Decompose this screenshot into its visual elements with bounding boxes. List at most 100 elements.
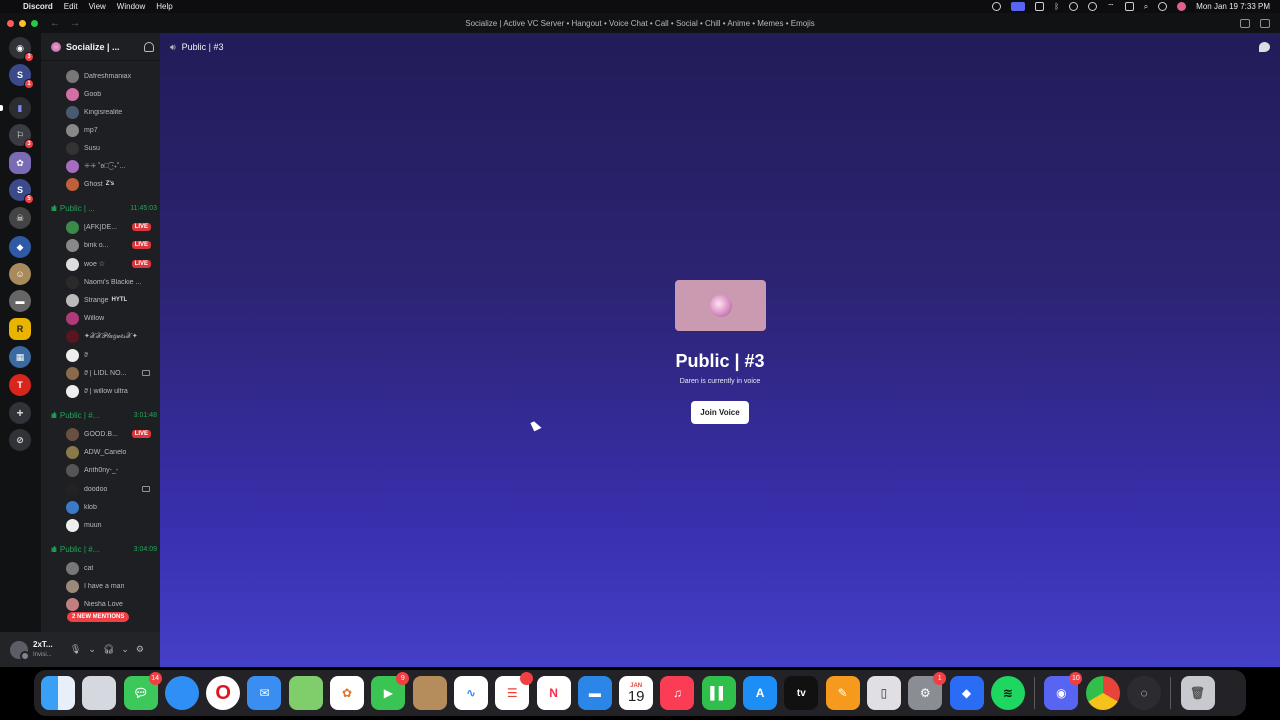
freeform-icon[interactable]: ∿ bbox=[453, 676, 488, 710]
messages-icon[interactable]: 💬︎ 14 bbox=[123, 672, 162, 710]
spotlight-search-icon[interactable]: ⌕ bbox=[1144, 2, 1148, 12]
new-mentions-button[interactable]: 2 NEW MENTIONS bbox=[67, 612, 130, 622]
server-header[interactable]: Socialize | ... bbox=[41, 33, 160, 61]
server-icon[interactable]: ☠ bbox=[9, 207, 31, 229]
iphone-mirroring-icon[interactable]: ▯ bbox=[866, 676, 901, 710]
pages-icon[interactable]: ✎ bbox=[825, 676, 860, 710]
voice-member[interactable]: ADW_Canelo bbox=[66, 444, 160, 460]
server-icon[interactable]: T bbox=[9, 374, 31, 396]
chevron-down-icon[interactable]: ⌄ bbox=[121, 644, 129, 655]
music-icon[interactable]: ♫ bbox=[660, 676, 695, 710]
server-icon[interactable]: ☺ bbox=[9, 263, 31, 285]
voice-member[interactable]: Niesha Love bbox=[66, 596, 160, 612]
bluetooth-icon[interactable]: ᛒ bbox=[1054, 2, 1059, 11]
calendar-icon[interactable]: JAN 19 bbox=[619, 676, 654, 710]
voice-member[interactable]: Strange HYTL bbox=[66, 292, 160, 308]
safari-icon[interactable] bbox=[164, 676, 199, 710]
opera-icon[interactable]: O bbox=[206, 676, 241, 710]
menu-edit[interactable]: Edit bbox=[64, 2, 78, 11]
voice-member[interactable]: Anth0ny-_- bbox=[66, 462, 160, 478]
menu-app-name[interactable]: Discord bbox=[23, 2, 53, 11]
contacts-icon[interactable] bbox=[412, 676, 447, 710]
discord-home-icon[interactable]: ◉ 3 bbox=[9, 37, 34, 62]
server-icon[interactable]: ⚐ 3 bbox=[9, 124, 34, 149]
voice-channel-public-4[interactable]: ıılı Public | #... 3:04:09 bbox=[51, 541, 157, 557]
voice-channel-public-2[interactable]: ıılı Public | ... 11:45:03 bbox=[51, 200, 157, 216]
inbox-icon[interactable] bbox=[1240, 18, 1250, 28]
avatar[interactable] bbox=[10, 640, 30, 661]
voice-member[interactable]: ꔰꔰ ˚ʚ꒰͜͡ ‧₊˚... bbox=[66, 158, 160, 174]
voice-member[interactable]: ✦𝒳𝒳𝒫𝓁𝒶𝑔𝓊𝑒𝓈𝒳✦ bbox=[66, 328, 160, 344]
apple-tv-icon[interactable]: tv bbox=[784, 676, 819, 710]
add-server-icon[interactable]: + bbox=[9, 402, 31, 424]
voice-member[interactable]: [AFK]DE... LIVE bbox=[66, 219, 160, 235]
spotify-icon[interactable]: ≋ bbox=[990, 676, 1025, 710]
voice-member[interactable]: GOOD.B... LIVE bbox=[66, 426, 160, 442]
keynote-icon[interactable]: ▬ bbox=[577, 676, 612, 710]
server-icon[interactable]: R bbox=[9, 318, 31, 340]
voice-member[interactable]: bink o... LIVE bbox=[66, 237, 160, 253]
voice-member[interactable]: ϑ bbox=[66, 347, 160, 363]
mail-icon[interactable]: ✉ bbox=[247, 676, 282, 710]
voice-member[interactable]: klob bbox=[66, 499, 160, 515]
launchpad-icon[interactable] bbox=[82, 676, 117, 710]
voice-member[interactable]: Ghost Z's bbox=[66, 176, 160, 192]
microphone-icon[interactable]: 🎙︎ bbox=[70, 644, 81, 655]
news-icon[interactable]: N bbox=[536, 676, 571, 710]
discover-icon[interactable]: ⊘ bbox=[9, 429, 31, 451]
server-icon[interactable]: ✿ bbox=[9, 152, 31, 174]
control-center-icon[interactable] bbox=[1158, 2, 1168, 11]
reminders-icon[interactable]: ☰ 2 bbox=[495, 672, 534, 710]
voice-member[interactable]: Kingisrealite bbox=[66, 104, 160, 120]
app-store-icon[interactable]: A bbox=[743, 676, 778, 710]
menu-help[interactable]: Help bbox=[156, 2, 172, 11]
forward-arrow-icon[interactable]: → bbox=[70, 18, 80, 29]
system-settings-icon[interactable]: ⚙ 1 bbox=[908, 672, 947, 710]
minimize-window-button[interactable] bbox=[19, 19, 26, 27]
voice-member[interactable]: ϑ | willow ultra bbox=[66, 383, 160, 399]
voice-member[interactable]: mp7 bbox=[66, 122, 160, 138]
screen-share-icon[interactable] bbox=[1011, 2, 1026, 11]
voice-member[interactable]: I have a man bbox=[66, 578, 160, 594]
facetime-icon[interactable]: ▶ 9 bbox=[371, 672, 410, 710]
headphones-icon[interactable]: 🎧︎ bbox=[103, 644, 114, 655]
server-icon[interactable]: S5 bbox=[9, 179, 34, 204]
vpn-icon[interactable] bbox=[1035, 2, 1045, 11]
trash-icon[interactable]: 🗑︎ bbox=[1180, 676, 1215, 710]
voice-member[interactable]: woe ☆ LIVE bbox=[66, 256, 160, 272]
voice-member[interactable]: cat bbox=[66, 560, 160, 576]
maps-icon[interactable] bbox=[288, 676, 323, 710]
menu-view[interactable]: View bbox=[89, 2, 106, 11]
menu-window[interactable]: Window bbox=[117, 2, 145, 11]
close-window-button[interactable] bbox=[7, 19, 14, 27]
invite-member-icon[interactable] bbox=[144, 41, 154, 52]
voice-member[interactable]: Susu bbox=[66, 140, 160, 156]
voice-member[interactable]: Naomi's Blackie ... bbox=[66, 274, 160, 290]
finder-icon[interactable] bbox=[41, 676, 75, 710]
now-playing-icon[interactable] bbox=[1088, 2, 1098, 11]
chrome-icon[interactable] bbox=[1085, 676, 1120, 710]
chat-bubble-icon[interactable] bbox=[1259, 42, 1270, 52]
voice-member[interactable]: muun bbox=[66, 517, 160, 533]
obs-icon[interactable]: ◌ bbox=[1127, 676, 1162, 710]
voice-member[interactable]: doodoo bbox=[66, 481, 160, 497]
siri-icon[interactable] bbox=[1177, 2, 1187, 11]
gear-icon[interactable]: ⚙ bbox=[136, 644, 144, 655]
voice-member[interactable]: Goob bbox=[66, 86, 160, 102]
server-icon[interactable]: ◆ bbox=[9, 236, 31, 258]
voice-member[interactable]: ϑ | LIDL NO... bbox=[66, 365, 160, 381]
voice-channel-public-3[interactable]: ıılı Public | #... 3:01:48 bbox=[51, 407, 157, 423]
server-icon[interactable]: ▬ bbox=[9, 290, 31, 312]
wifi-icon[interactable]: ⌔ bbox=[1107, 2, 1115, 12]
voice-member[interactable]: Dafreshmaniax bbox=[66, 68, 160, 84]
discord-icon[interactable]: ◉ 10 bbox=[1044, 672, 1083, 710]
obs-status-icon[interactable] bbox=[992, 2, 1002, 11]
server-icon[interactable]: ▦ bbox=[9, 346, 31, 368]
server-icon[interactable]: S1 bbox=[9, 64, 34, 89]
account-icon[interactable] bbox=[1069, 2, 1079, 11]
zoom-window-button[interactable] bbox=[31, 19, 38, 27]
folder-icon[interactable]: ▮ bbox=[9, 97, 31, 119]
battery-icon[interactable] bbox=[1124, 2, 1134, 11]
chevron-down-icon[interactable]: ⌄ bbox=[88, 644, 96, 655]
numbers-icon[interactable]: ▌▌ bbox=[701, 676, 736, 710]
